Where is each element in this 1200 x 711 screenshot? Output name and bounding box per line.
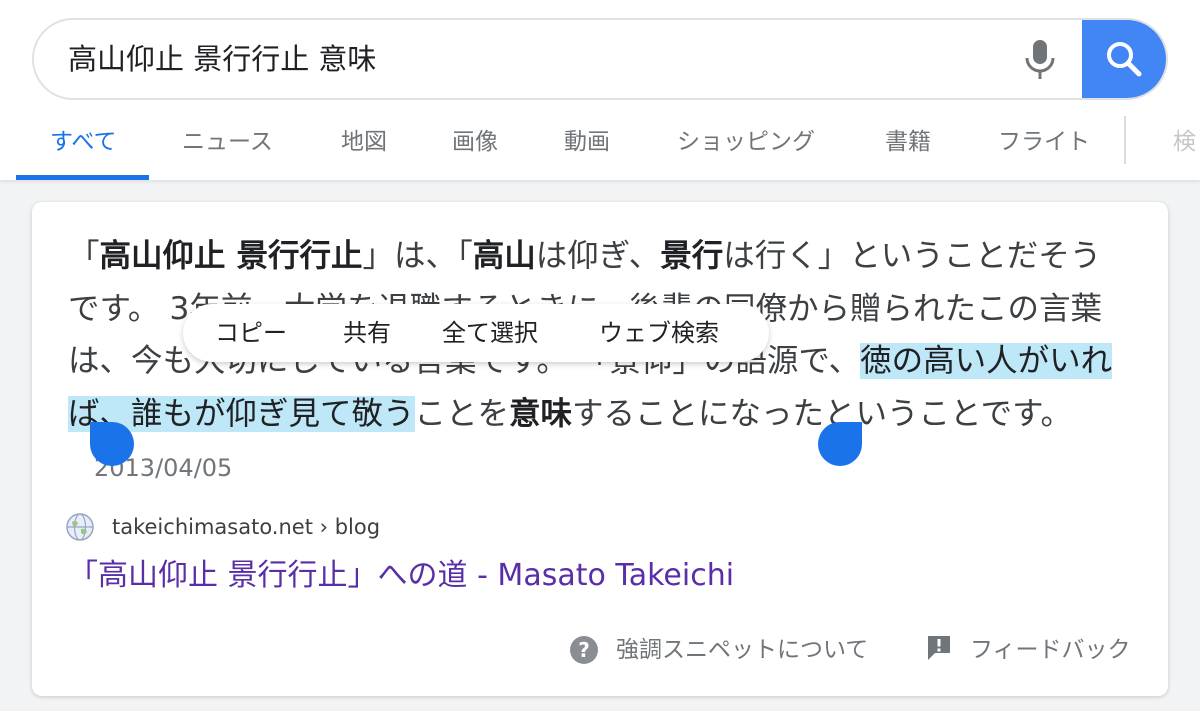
snippet-text-segment: ことを: [414, 395, 510, 432]
web-search-menu-item[interactable]: ウェブ検索: [599, 304, 719, 362]
selection-handle-end[interactable]: [818, 422, 862, 466]
source-url: takeichimasato.net › blog: [112, 515, 381, 539]
snippet-text-segment: 」は、「: [362, 238, 473, 274]
tab-videos[interactable]: 動画: [564, 112, 610, 180]
about-snippets-label: 強調スニペットについて: [616, 637, 869, 663]
snippet-bold-text: 景行: [660, 238, 724, 274]
tab-flights[interactable]: フライト: [998, 112, 1090, 180]
tab-maps[interactable]: 地図: [341, 112, 387, 180]
snippet-text-segment: は仰ぎ、: [535, 238, 661, 274]
active-tab-indicator: [16, 175, 149, 180]
copy-menu-item[interactable]: コピー: [215, 304, 287, 362]
snippet-text-segment: 「: [68, 238, 100, 274]
snippet-bold-text: 高山仰止 景行行止: [99, 238, 363, 274]
featured-snippet-card: 「高山仰止 景行行止」は、「高山は仰ぎ、景行は行く」ということだそうです。 3年…: [32, 202, 1168, 696]
tab-images[interactable]: 画像: [452, 112, 498, 180]
feedback-icon: [928, 636, 950, 660]
result-title-link[interactable]: 「高山仰止 景行行止」への道 - Masato Takeichi: [68, 554, 734, 598]
tab-all[interactable]: すべて: [50, 112, 116, 180]
tab-books[interactable]: 書籍: [885, 112, 931, 180]
tab-news[interactable]: ニュース: [182, 112, 273, 180]
tabs-divider: [1124, 116, 1126, 164]
feedback-label: フィードバック: [970, 637, 1131, 663]
search-button[interactable]: [1082, 20, 1166, 98]
snippet-bold-text: 高山: [472, 238, 536, 274]
tab-more[interactable]: 検: [1173, 112, 1196, 180]
share-menu-item[interactable]: 共有: [343, 304, 391, 362]
text-selection-menu: コピー 共有 全て選択 ウェブ検索: [183, 304, 769, 362]
selection-handle-start[interactable]: [90, 422, 134, 466]
snippet-text: 「高山仰止 景行行止」は、「高山は仰ぎ、景行は行く」ということだそうです。 3年…: [68, 230, 1128, 495]
mic-icon[interactable]: [1020, 38, 1060, 82]
header: 高山仰止 景行行止 意味 すべて ニュース 地図 画像 動画 ショッピング 書籍…: [0, 0, 1200, 180]
search-tabs: すべて ニュース 地図 画像 動画 ショッピング 書籍 フライト 検: [0, 112, 1200, 180]
select-all-menu-item[interactable]: 全て選択: [442, 304, 538, 362]
search-box[interactable]: 高山仰止 景行行止 意味: [32, 18, 1168, 100]
globe-icon: [66, 513, 94, 541]
help-icon: ?: [570, 636, 598, 664]
snippet-bold-text: 意味: [509, 395, 573, 432]
tab-shopping[interactable]: ショッピング: [677, 112, 815, 180]
search-icon: [1107, 42, 1142, 77]
search-input[interactable]: 高山仰止 景行行止 意味: [68, 20, 376, 98]
snippet-text-segment: することになったということです。: [572, 395, 1072, 432]
